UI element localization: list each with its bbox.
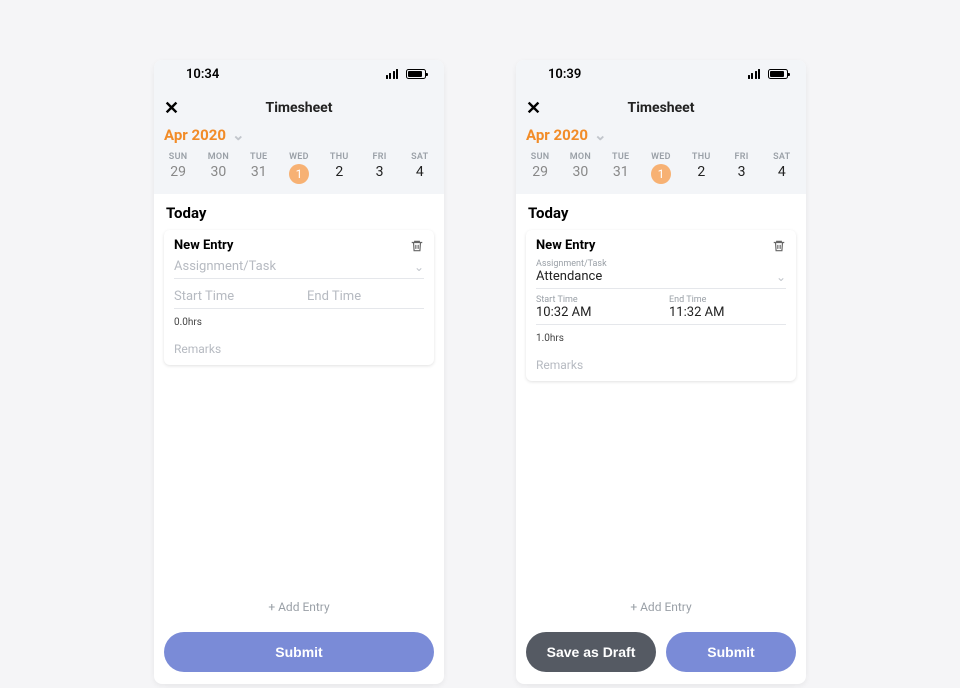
month-picker[interactable]: Apr 2020 ⌄ <box>516 124 806 146</box>
day-sat[interactable]: SAT4 <box>401 152 439 184</box>
screen-title: Timesheet <box>154 100 444 116</box>
remarks-placeholder: Remarks <box>174 342 221 356</box>
assignment-field-inner: Assignment/Task Attendance <box>536 259 760 284</box>
footer-buttons: Submit <box>154 622 444 684</box>
hours-label: 0.0hrs <box>174 317 424 328</box>
chevron-down-icon: ⌄ <box>594 126 607 144</box>
start-time-field[interactable]: Start Time 10:32 AM <box>536 295 653 320</box>
remarks-field[interactable]: Remarks <box>536 344 786 373</box>
save-draft-button[interactable]: Save as Draft <box>526 632 656 672</box>
assignment-placeholder: Assignment/Task <box>174 259 276 274</box>
day-mon[interactable]: MON30 <box>199 152 237 184</box>
trash-icon[interactable] <box>410 239 424 253</box>
status-bar: 10:39 <box>516 60 806 88</box>
entry-card: New Entry Assignment/Task ⌄ Start Time E… <box>164 230 434 365</box>
screen-title: Timesheet <box>516 100 806 116</box>
time-row: Start Time 10:32 AM End Time 11:32 AM <box>536 289 786 325</box>
battery-icon <box>406 69 426 79</box>
day-sun[interactable]: SUN29 <box>521 152 559 184</box>
selected-day-circle: 1 <box>289 164 309 184</box>
time-row: Start Time End Time <box>174 279 424 309</box>
hours-label: 1.0hrs <box>536 333 786 344</box>
submit-button[interactable]: Submit <box>164 632 434 672</box>
start-time-value: 10:32 AM <box>536 305 653 320</box>
assignment-value: Attendance <box>536 269 760 284</box>
week-strip: SUN29 MON30 TUE31 WED1 THU2 FRI3 SAT4 <box>154 146 444 194</box>
entry-card-head: New Entry <box>536 238 786 253</box>
entry-card: New Entry Assignment/Task Attendance ⌄ S… <box>526 230 796 381</box>
end-time-value: 11:32 AM <box>669 305 786 320</box>
assignment-label: Assignment/Task <box>536 259 760 269</box>
spacer <box>164 365 434 592</box>
remarks-placeholder: Remarks <box>536 358 583 372</box>
phone-screen-2: 10:39 ✕ Timesheet Apr 2020 ⌄ SUN29 MON30… <box>516 60 806 684</box>
month-label: Apr 2020 <box>526 126 588 144</box>
trash-icon[interactable] <box>772 239 786 253</box>
end-time-field[interactable]: End Time 11:32 AM <box>669 295 786 320</box>
chevron-down-icon: ⌄ <box>414 260 424 274</box>
week-strip: SUN29 MON30 TUE31 WED1 THU2 FRI3 SAT4 <box>516 146 806 194</box>
spacer <box>526 381 796 592</box>
app-header: ✕ Timesheet Apr 2020 ⌄ SUN29 MON30 TUE31… <box>516 88 806 194</box>
start-time-placeholder: Start Time <box>174 289 234 304</box>
day-sat[interactable]: SAT4 <box>763 152 801 184</box>
assignment-field[interactable]: Assignment/Task ⌄ <box>174 253 424 279</box>
day-fri[interactable]: FRI3 <box>361 152 399 184</box>
remarks-field[interactable]: Remarks <box>174 328 424 357</box>
entry-title: New Entry <box>536 238 595 253</box>
day-thu[interactable]: THU2 <box>320 152 358 184</box>
today-heading: Today <box>528 204 796 222</box>
signal-icon <box>748 69 761 79</box>
add-entry-button[interactable]: + Add Entry <box>164 592 434 622</box>
battery-icon <box>768 69 788 79</box>
start-time-label: Start Time <box>536 295 653 305</box>
end-time-field[interactable]: End Time <box>307 285 424 304</box>
chevron-down-icon: ⌄ <box>776 270 786 284</box>
entry-card-head: New Entry <box>174 238 424 253</box>
close-icon[interactable]: ✕ <box>164 98 179 119</box>
day-sun[interactable]: SUN29 <box>159 152 197 184</box>
day-tue[interactable]: TUE31 <box>240 152 278 184</box>
status-time: 10:39 <box>548 67 581 82</box>
start-time-field[interactable]: Start Time <box>174 285 291 304</box>
selected-day-circle: 1 <box>651 164 671 184</box>
app-header: ✕ Timesheet Apr 2020 ⌄ SUN29 MON30 TUE31… <box>154 88 444 194</box>
body: Today New Entry Assignment/Task Attendan… <box>516 194 806 622</box>
month-picker[interactable]: Apr 2020 ⌄ <box>154 124 444 146</box>
close-icon[interactable]: ✕ <box>526 98 541 119</box>
end-time-placeholder: End Time <box>307 289 361 304</box>
signal-icon <box>386 69 399 79</box>
status-bar: 10:34 <box>154 60 444 88</box>
phone-screen-1: 10:34 ✕ Timesheet Apr 2020 ⌄ SUN29 MON30… <box>154 60 444 684</box>
status-indicators <box>748 69 789 79</box>
day-wed-selected[interactable]: WED1 <box>280 152 318 184</box>
day-mon[interactable]: MON30 <box>561 152 599 184</box>
day-wed-selected[interactable]: WED1 <box>642 152 680 184</box>
nav-row: ✕ Timesheet <box>154 92 444 124</box>
nav-row: ✕ Timesheet <box>516 92 806 124</box>
assignment-field[interactable]: Assignment/Task Attendance ⌄ <box>536 253 786 289</box>
month-label: Apr 2020 <box>164 126 226 144</box>
add-entry-button[interactable]: + Add Entry <box>526 592 796 622</box>
day-fri[interactable]: FRI3 <box>723 152 761 184</box>
day-thu[interactable]: THU2 <box>682 152 720 184</box>
status-time: 10:34 <box>186 67 219 82</box>
body: Today New Entry Assignment/Task ⌄ Start … <box>154 194 444 622</box>
day-tue[interactable]: TUE31 <box>602 152 640 184</box>
today-heading: Today <box>166 204 434 222</box>
status-indicators <box>386 69 427 79</box>
submit-button[interactable]: Submit <box>666 632 796 672</box>
end-time-label: End Time <box>669 295 786 305</box>
footer-buttons: Save as Draft Submit <box>516 622 806 684</box>
chevron-down-icon: ⌄ <box>232 126 245 144</box>
entry-title: New Entry <box>174 238 233 253</box>
